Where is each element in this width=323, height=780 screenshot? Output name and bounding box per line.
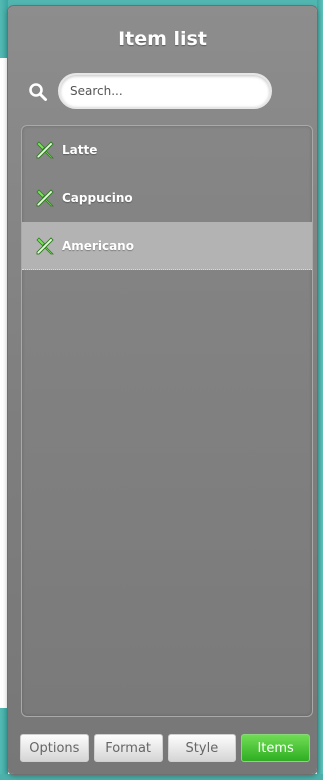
backdrop-right [317,0,323,780]
edit-tools-icon[interactable] [36,141,54,159]
tab-format[interactable]: Format [93,734,163,762]
item-list: Latte Cappucino Americano [21,125,313,717]
list-item-selected[interactable]: Americano [22,222,312,270]
search-icon[interactable] [28,82,48,102]
bottom-tab-bar: Options Format Style Items [20,734,310,764]
item-list-panel: Item list Latte Cappucino [8,6,317,774]
backdrop-strip [0,58,8,708]
edit-tools-icon[interactable] [36,236,54,255]
list-item[interactable]: Latte [22,126,312,174]
edit-tools-icon[interactable] [36,189,54,207]
tab-options[interactable]: Options [20,734,89,762]
search-input[interactable] [58,73,272,109]
panel-title: Item list [118,28,207,50]
list-item-label: Latte [62,143,98,157]
list-item-label: Cappucino [62,191,133,205]
backdrop-bottom [0,774,323,780]
list-item-label: Americano [62,238,134,253]
tab-items[interactable]: Items [241,734,310,762]
list-item[interactable]: Cappucino [22,174,312,222]
tab-style[interactable]: Style [167,734,237,762]
